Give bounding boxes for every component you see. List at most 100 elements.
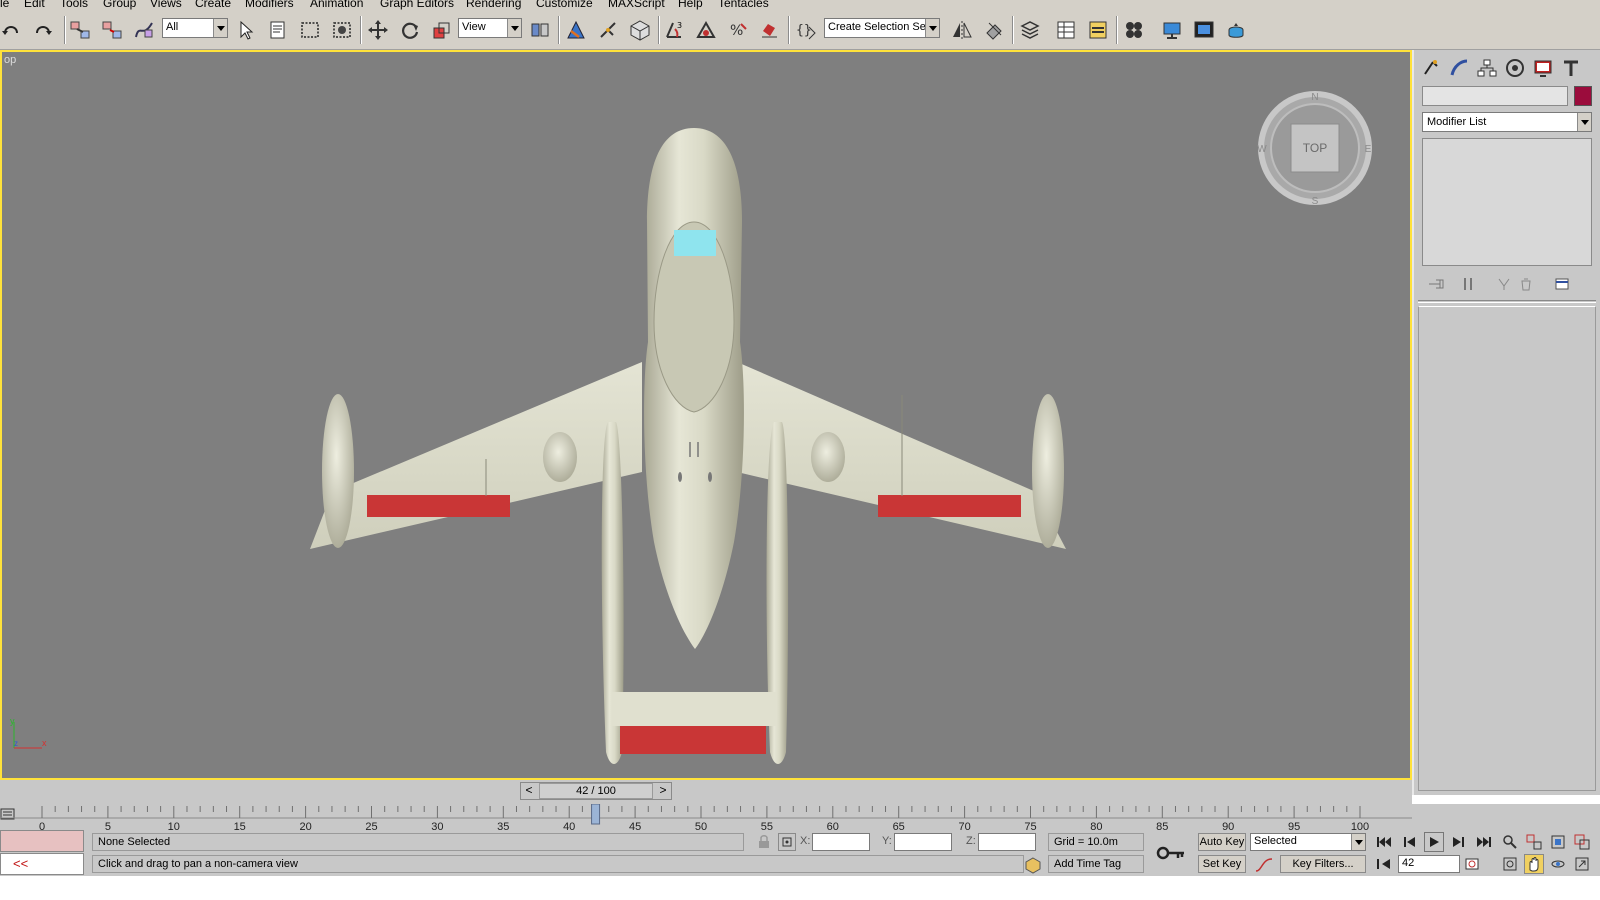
undo-icon[interactable]: [0, 18, 24, 42]
menu-maxscript[interactable]: MAXScript: [608, 0, 665, 10]
unlink-selection-icon[interactable]: [100, 18, 124, 42]
object-color-swatch[interactable]: [1574, 86, 1592, 106]
menu-modifiers[interactable]: Modifiers: [245, 0, 294, 10]
edit-named-selection-icon[interactable]: [758, 18, 782, 42]
auto-key-button[interactable]: Auto Key: [1198, 833, 1246, 851]
percent-snap-icon[interactable]: [694, 18, 718, 42]
make-unique-icon[interactable]: [1494, 274, 1514, 294]
reference-coordinate-dropdown[interactable]: View: [458, 18, 522, 38]
window-crossing-icon[interactable]: [330, 18, 354, 42]
select-and-rotate-icon[interactable]: [398, 18, 422, 42]
top-viewport[interactable]: op TOP N S E W y x z: [0, 50, 1412, 780]
previous-frame-icon[interactable]: [1400, 832, 1420, 852]
maxscript-expand-button[interactable]: <<: [0, 853, 84, 875]
go-to-end-icon[interactable]: [1474, 832, 1494, 852]
angle-snap-icon[interactable]: 3: [662, 18, 686, 42]
align-icon[interactable]: [982, 18, 1006, 42]
configure-modifier-sets-icon[interactable]: [1552, 274, 1572, 294]
absolute-mode-transform-icon[interactable]: [778, 833, 796, 851]
bind-to-space-warp-icon[interactable]: [132, 18, 156, 42]
set-key-button[interactable]: Set Key: [1198, 855, 1246, 873]
play-animation-icon[interactable]: [1424, 832, 1444, 852]
layer-manager-icon[interactable]: [1018, 18, 1042, 42]
time-slider-track[interactable]: < 42 / 100 >: [520, 782, 672, 800]
time-slider-next-button[interactable]: >: [655, 783, 671, 799]
rectangular-selection-region-icon[interactable]: [298, 18, 322, 42]
use-pivot-center-icon[interactable]: [528, 18, 552, 42]
time-slider-thumb[interactable]: 42 / 100: [539, 783, 653, 799]
add-time-tag-button[interactable]: Add Time Tag: [1048, 855, 1144, 873]
modifier-stack[interactable]: [1422, 138, 1592, 266]
current-frame-field[interactable]: 42: [1398, 855, 1460, 873]
selection-filter-dropdown[interactable]: All: [162, 18, 228, 38]
default-in-out-tangents-icon[interactable]: [1254, 856, 1274, 874]
snaps-toggle-icon[interactable]: [628, 18, 652, 42]
selection-lock-icon[interactable]: [756, 834, 772, 850]
pin-stack-icon[interactable]: [1426, 274, 1446, 294]
menu-file[interactable]: le: [0, 0, 9, 10]
select-and-manipulate-icon[interactable]: [564, 18, 588, 42]
pan-view-icon[interactable]: [1524, 854, 1544, 874]
select-by-name-icon[interactable]: [266, 18, 290, 42]
menu-views[interactable]: Views: [150, 0, 182, 10]
menu-customize[interactable]: Customize: [536, 0, 593, 10]
time-configuration-icon[interactable]: [1462, 854, 1482, 874]
command-panel-rollout-area[interactable]: [1418, 306, 1596, 791]
render-setup-icon[interactable]: [1160, 18, 1184, 42]
menu-animation[interactable]: Animation: [310, 0, 363, 10]
zoom-all-icon[interactable]: [1524, 832, 1544, 852]
maxscript-mini-listener[interactable]: <<: [0, 830, 84, 876]
create-tab-icon[interactable]: [1418, 56, 1444, 80]
orbit-icon[interactable]: [1548, 854, 1568, 874]
menu-group[interactable]: Group: [103, 0, 136, 10]
remove-modifier-icon[interactable]: [1516, 274, 1536, 294]
graphite-modeling-icon[interactable]: [1054, 18, 1078, 42]
menu-edit[interactable]: Edit: [24, 0, 45, 10]
key-mode-toggle-icon[interactable]: [1374, 854, 1394, 874]
select-and-scale-icon[interactable]: [430, 18, 454, 42]
viewcube[interactable]: TOP N S E W: [1257, 90, 1373, 206]
display-tab-icon[interactable]: [1530, 56, 1556, 80]
field-of-view-icon[interactable]: [1500, 854, 1520, 874]
menu-tentacles[interactable]: Tentacles: [718, 0, 769, 10]
maximize-viewport-icon[interactable]: [1572, 854, 1592, 874]
time-tag-icon[interactable]: [1024, 856, 1042, 874]
select-object-icon[interactable]: [234, 18, 258, 42]
material-editor-icon[interactable]: [1122, 18, 1146, 42]
menu-tools[interactable]: Tools: [60, 0, 88, 10]
menu-create[interactable]: Create: [195, 0, 231, 10]
select-and-link-icon[interactable]: [68, 18, 92, 42]
named-selection-set-dropdown[interactable]: Create Selection Set: [824, 18, 940, 38]
object-name-field[interactable]: [1422, 86, 1568, 106]
modifier-list-dropdown[interactable]: Modifier List: [1422, 112, 1592, 132]
menu-help[interactable]: Help: [678, 0, 703, 10]
rendered-frame-window-icon[interactable]: [1192, 18, 1216, 42]
key-filters-button[interactable]: Key Filters...: [1280, 855, 1366, 873]
x-coordinate-field[interactable]: [812, 833, 870, 851]
go-to-start-icon[interactable]: [1374, 832, 1394, 852]
current-frame-marker[interactable]: [591, 804, 601, 825]
key-mode-dropdown[interactable]: Selected: [1250, 833, 1366, 851]
menu-graph-editors[interactable]: Graph Editors: [380, 0, 454, 10]
spinner-snap-icon[interactable]: %: [726, 18, 750, 42]
zoom-icon[interactable]: [1500, 832, 1520, 852]
curve-editor-icon[interactable]: [1086, 18, 1110, 42]
utilities-tab-icon[interactable]: [1558, 56, 1584, 80]
next-frame-icon[interactable]: [1448, 832, 1468, 852]
y-coordinate-field[interactable]: [894, 833, 952, 851]
mirror-icon[interactable]: [950, 18, 974, 42]
hierarchy-tab-icon[interactable]: [1474, 56, 1500, 80]
show-end-result-icon[interactable]: [1458, 274, 1478, 294]
menu-rendering[interactable]: Rendering: [466, 0, 521, 10]
named-selection-braces-icon[interactable]: {}: [794, 18, 818, 42]
z-coordinate-field[interactable]: [978, 833, 1036, 851]
aircraft-model[interactable]: [2, 52, 1412, 780]
redo-icon[interactable]: [30, 18, 54, 42]
zoom-extents-icon[interactable]: [1548, 832, 1568, 852]
time-slider-prev-button[interactable]: <: [521, 783, 537, 799]
render-production-icon[interactable]: [1224, 18, 1248, 42]
set-keys-key-icon[interactable]: [1150, 833, 1192, 873]
maxscript-listener-input[interactable]: [0, 830, 84, 852]
keyboard-shortcut-override-icon[interactable]: [596, 18, 620, 42]
zoom-extents-all-icon[interactable]: [1572, 832, 1592, 852]
